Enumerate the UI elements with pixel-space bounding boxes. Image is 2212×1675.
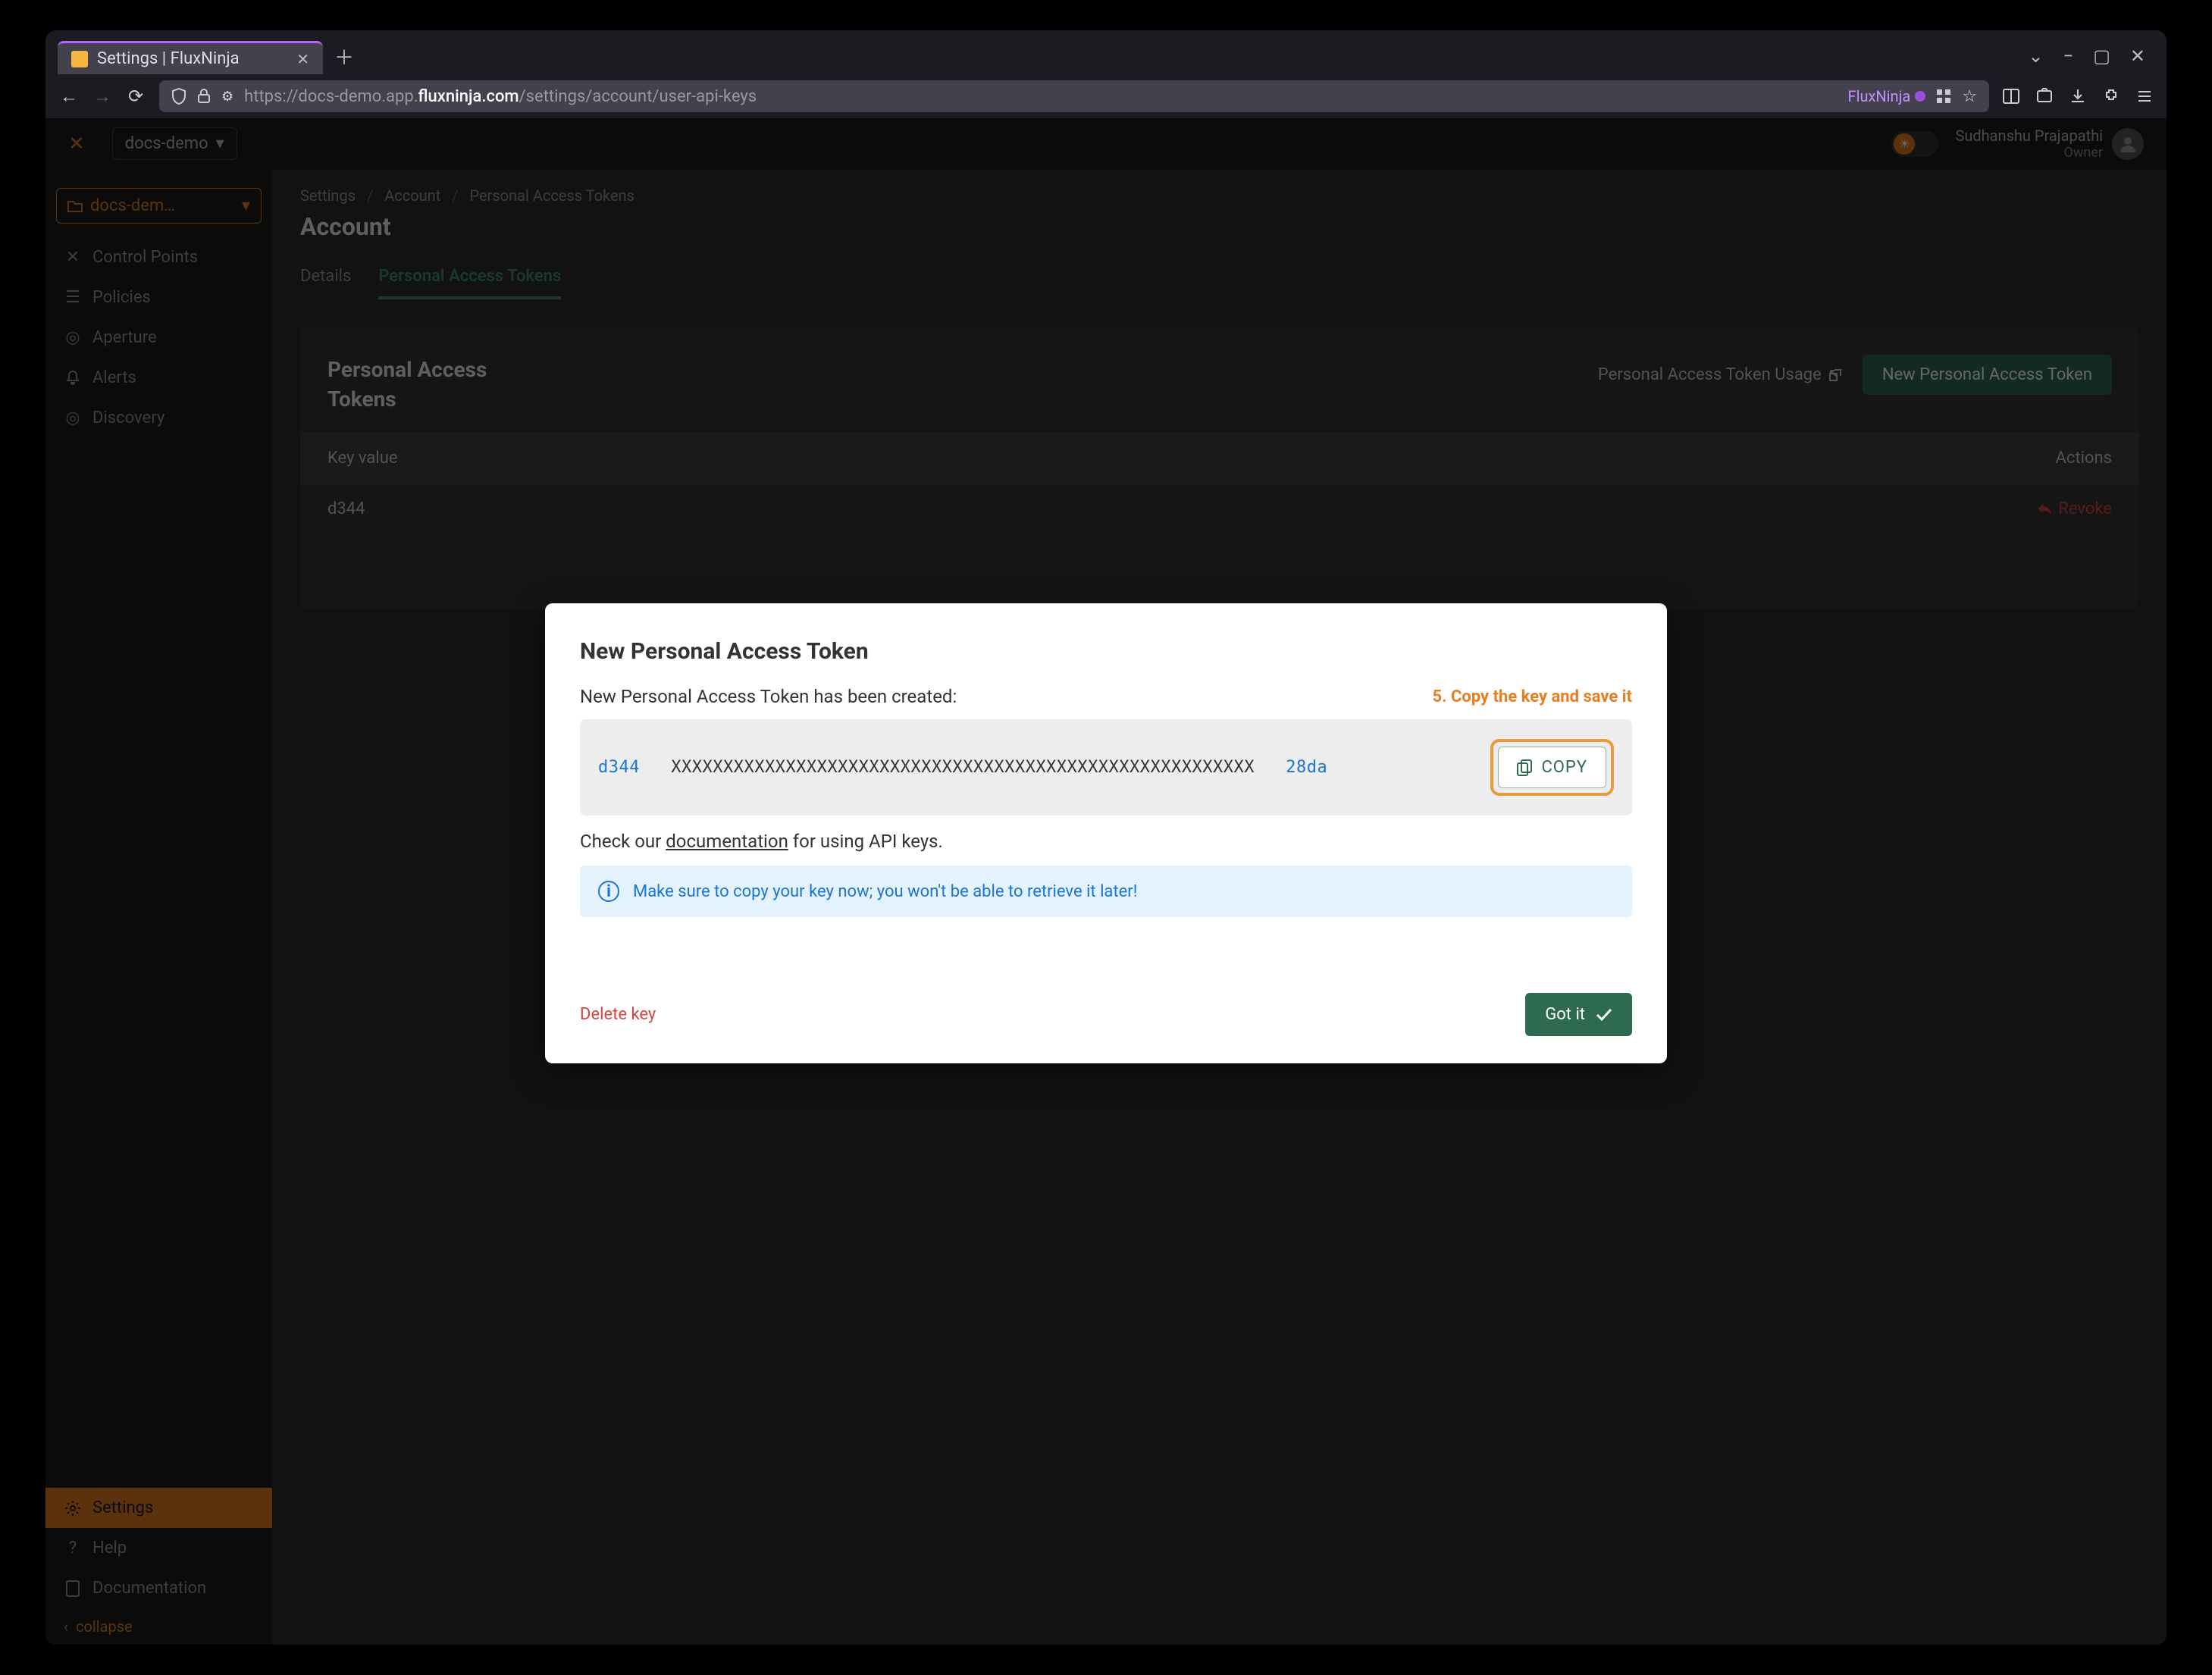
token-box: d344 XXXXXXXXXXXXXXXXXXXXXXXXXXXXXXXXXXX… [580,719,1632,816]
nav-back-icon[interactable]: ← [59,86,79,106]
documentation-link[interactable]: documentation [666,831,788,852]
tab-overflow-icon[interactable]: ⌄ [2028,45,2043,67]
step-label: 5. Copy the key and save it [1432,687,1632,706]
reader-icon[interactable] [2003,88,2019,105]
nav-reload-icon[interactable]: ⟳ [126,86,146,106]
shield-icon[interactable] [171,88,186,105]
dot-icon [1915,91,1925,102]
url-text: https://docs-demo.app.fluxninja.com/sett… [244,87,1837,106]
menu-icon[interactable] [2136,88,2153,105]
download-icon[interactable] [2069,88,2086,105]
window-maximize-icon[interactable]: ▢ [2093,45,2110,67]
new-tab-button[interactable]: ＋ [329,41,359,71]
star-icon[interactable]: ☆ [1962,87,1977,106]
window-minimize-icon[interactable]: − [2063,45,2073,67]
tab-title: Settings | FluxNinja [97,49,240,68]
delete-key-button[interactable]: Delete key [580,1005,656,1024]
doc-line: Check our documentation for using API ke… [580,831,1632,852]
apps-icon[interactable] [1936,89,1951,104]
copy-highlight: COPY [1490,739,1614,796]
browser-tab[interactable]: Settings | FluxNinja ✕ [58,41,323,74]
app-shell: ✕ docs-demo ▾ ☀ Sudhanshu Prajapathi Own… [45,118,2167,1645]
info-icon: i [598,881,619,902]
perm-icon[interactable]: ⚙ [221,89,233,105]
url-input[interactable]: ⚙ https://docs-demo.app.fluxninja.com/se… [159,80,1989,112]
favicon-icon [71,51,88,67]
nav-forward-icon: → [92,86,112,106]
browser-window: Settings | FluxNinja ✕ ＋ ⌄ − ▢ ✕ ← → ⟳ ⚙… [45,30,2167,1645]
close-tab-icon[interactable]: ✕ [296,50,309,68]
got-it-button[interactable]: Got it [1525,993,1632,1036]
window-close-icon[interactable]: ✕ [2130,45,2145,67]
lock-icon[interactable] [197,89,211,104]
url-bar: ← → ⟳ ⚙ https://docs-demo.app.fluxninja.… [45,74,2167,118]
token-value: d344 XXXXXXXXXXXXXXXXXXXXXXXXXXXXXXXXXXX… [598,758,1327,777]
modal-created-text: New Personal Access Token has been creat… [580,686,957,707]
new-token-modal: New Personal Access Token New Personal A… [545,603,1667,1063]
tab-bar: Settings | FluxNinja ✕ ＋ ⌄ − ▢ ✕ [45,30,2167,74]
modal-title: New Personal Access Token [580,638,1632,665]
copy-button[interactable]: COPY [1498,747,1606,788]
info-banner: i Make sure to copy your key now; you wo… [580,866,1632,917]
check-icon [1596,1008,1612,1022]
extensions-icon[interactable] [2103,88,2120,105]
copy-icon [1517,759,1532,776]
extension-badge[interactable]: FluxNinja [1848,87,1926,105]
screenshot-icon[interactable] [2036,88,2053,105]
